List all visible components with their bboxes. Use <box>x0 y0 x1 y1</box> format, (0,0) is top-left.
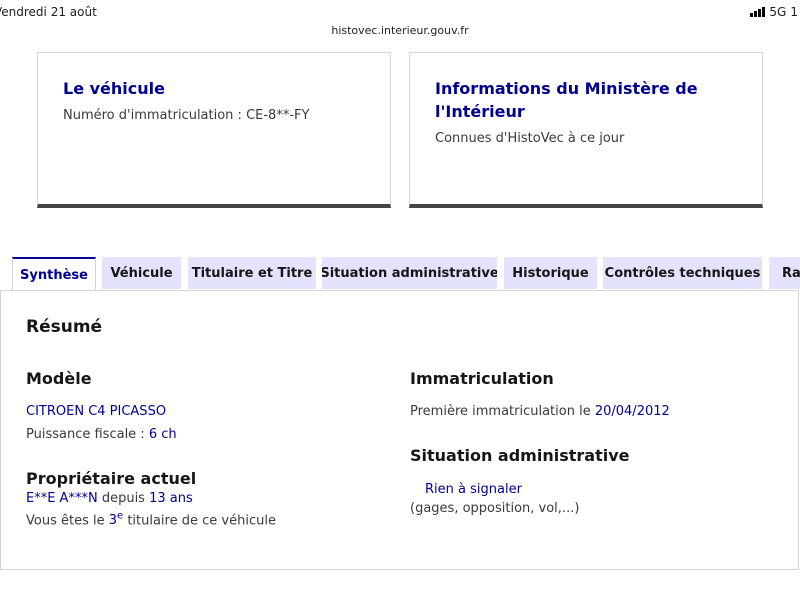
rank-number-value: 3 <box>108 513 118 529</box>
vehicle-card-subtitle: Numéro d'immatriculation : CE-8**-FY <box>63 108 310 123</box>
premiere-immatriculation: Première immatriculation le 20/04/2012 <box>410 404 670 419</box>
puissance-fiscale: Puissance fiscale : 6 ch <box>26 427 177 442</box>
ministry-card-subtitle: Connues d'HistoVec à ce jour <box>435 131 625 146</box>
resume-heading: Résumé <box>26 317 103 337</box>
rank-rest: titulaire de ce véhicule <box>127 513 276 529</box>
tab-situation-administrative[interactable]: Situation administrative <box>322 257 497 289</box>
tab-bar: Synthèse Véhicule Titulaire et Titre Sit… <box>0 257 800 291</box>
situation-heading: Situation administrative <box>410 446 630 465</box>
depuis-label: depuis <box>101 491 145 506</box>
battery-label: 1 <box>790 5 798 19</box>
ministry-card: Informations du Ministère de l'Intérieur… <box>409 52 763 208</box>
url-bar[interactable]: histovec.interieur.gouv.fr <box>0 24 800 37</box>
rank-prefix: Vous êtes le <box>26 513 105 529</box>
situation-detail: (gages, opposition, vol,...) <box>410 501 580 516</box>
depuis-value: 13 ans <box>149 491 193 506</box>
signal-icon <box>750 7 766 17</box>
modele-heading: Modèle <box>26 369 92 388</box>
tab-rapport[interactable]: Rap <box>769 257 800 289</box>
puissance-value: 6 ch <box>148 427 177 442</box>
status-indicators: 5G 1 <box>750 5 798 19</box>
immat-date: 20/04/2012 <box>594 404 670 419</box>
tab-synthese[interactable]: Synthèse <box>12 257 96 291</box>
tab-controles-techniques[interactable]: Contrôles techniques <box>603 257 762 289</box>
rank-suffix: e <box>117 511 124 522</box>
owner-line: E**E A***N depuis 13 ans <box>26 491 193 506</box>
immat-label: Première immatriculation le <box>410 404 591 419</box>
status-bar: Vendredi 21 août 5G 1 <box>0 0 800 22</box>
puissance-label: Puissance fiscale : <box>26 427 145 442</box>
owner-rank-line: Vous êtes le 3e titulaire de ce véhicule <box>26 511 276 528</box>
tab-vehicule[interactable]: Véhicule <box>102 257 181 289</box>
status-date: Vendredi 21 août <box>0 5 97 19</box>
rank-number: 3e <box>108 511 124 529</box>
owner-name: E**E A***N <box>26 491 98 506</box>
network-label: 5G <box>769 5 787 19</box>
ministry-card-title: Informations du Ministère de l'Intérieur <box>435 79 698 121</box>
vehicle-card: Le véhicule Numéro d'immatriculation : C… <box>37 52 391 208</box>
model-name: CITROEN C4 PICASSO <box>26 404 167 419</box>
tab-titulaire-titre[interactable]: Titulaire et Titre <box>188 257 316 289</box>
proprietaire-heading: Propriétaire actuel <box>26 469 197 488</box>
situation-status: Rien à signaler <box>425 482 522 497</box>
vehicle-card-title: Le véhicule <box>63 79 165 98</box>
immatriculation-heading: Immatriculation <box>410 369 554 388</box>
tab-historique[interactable]: Historique <box>504 257 597 289</box>
